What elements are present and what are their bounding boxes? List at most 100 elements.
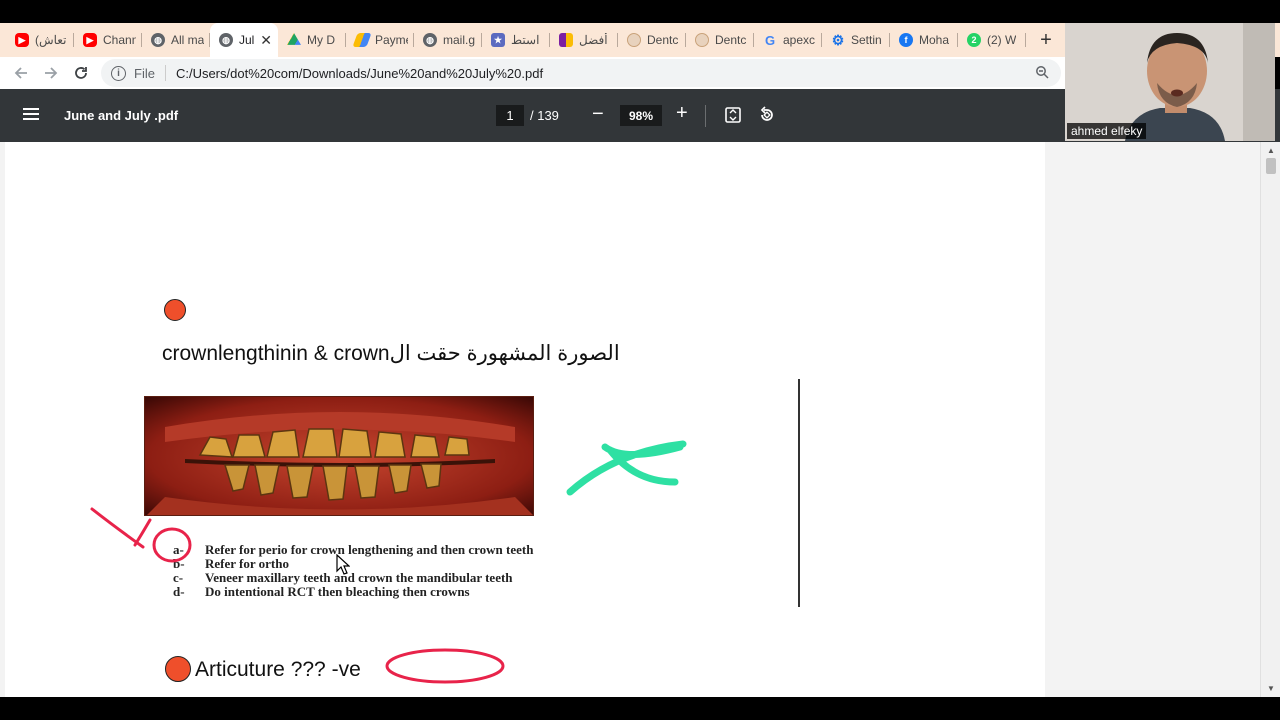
tab-dental-2[interactable]: Dentc: [686, 26, 754, 54]
back-button[interactable]: [6, 58, 36, 88]
fit-to-page-icon[interactable]: [724, 106, 742, 129]
red-check-annotation: [90, 507, 152, 549]
option-text: Refer for ortho: [205, 556, 289, 571]
url-text[interactable]: C:/Users/dot%20com/Downloads/June%20and%…: [176, 66, 543, 81]
rotate-icon[interactable]: [758, 106, 776, 129]
option-c[interactable]: c- Veneer maxillary teeth and crown the m…: [173, 571, 533, 585]
scroll-up-icon[interactable]: ▲: [1267, 146, 1275, 155]
zoom-icon[interactable]: [1035, 65, 1049, 82]
dental-site-icon: [695, 33, 709, 47]
whatsapp-icon: 2: [967, 33, 981, 47]
tab-title: Dentc: [715, 33, 747, 47]
question-bullet: [165, 656, 191, 682]
menu-icon[interactable]: [22, 107, 40, 126]
tab-title: Chann: [103, 33, 136, 47]
tab-youtube-2[interactable]: ▶ Chann: [74, 26, 142, 54]
google-drive-icon: [287, 33, 301, 45]
youtube-icon: ▶: [15, 33, 29, 47]
toolbar-divider: [705, 105, 706, 127]
info-icon[interactable]: i: [111, 65, 126, 81]
option-letter: a-: [173, 542, 184, 557]
red-ellipse-annotation: [385, 648, 505, 684]
tab-best[interactable]: أفضل: [550, 26, 618, 54]
green-arrow-annotation: [566, 440, 687, 496]
option-letter: b-: [173, 556, 185, 571]
gear-icon: ⚙: [831, 31, 845, 48]
address-bar[interactable]: i File C:/Users/dot%20com/Downloads/June…: [101, 59, 1061, 87]
tab-dental-1[interactable]: Dentc: [618, 26, 686, 54]
teeth-photo: [144, 396, 534, 516]
globe-icon: ◍: [219, 33, 233, 47]
tab-title: All ma: [171, 33, 204, 47]
tab-title: Moha: [919, 33, 950, 47]
tab-title: mail.g: [443, 33, 476, 47]
tab-title: My D: [307, 33, 335, 47]
option-text: Refer for perio for crown lengthening an…: [205, 542, 534, 557]
screen: ▶ (تعاش ▶ Chann ◍ All ma ◍ Jul ✕ My D Payme ◍…: [0, 0, 1280, 720]
tab-title: Payme: [375, 33, 408, 47]
vertical-scrollbar[interactable]: ▲ ▼: [1260, 142, 1280, 697]
question-2-text: Articuture ??? -ve: [195, 658, 361, 681]
zoom-out-button[interactable]: −: [592, 103, 604, 126]
file-scheme-label: File: [134, 65, 155, 81]
reload-icon: [75, 67, 87, 79]
tab-survey[interactable]: ★ استط: [482, 26, 550, 54]
option-b[interactable]: b- Refer for ortho: [173, 557, 533, 571]
mouse-cursor-icon: [336, 554, 350, 575]
google-icon: G: [764, 32, 776, 48]
option-text: Veneer maxillary teeth and crown the man…: [205, 570, 513, 585]
zoom-in-button[interactable]: +: [676, 102, 688, 125]
tab-title: أفضل: [579, 33, 608, 47]
tab-whatsapp[interactable]: 2 (2) W: [958, 26, 1026, 54]
globe-icon: ◍: [151, 33, 165, 47]
answer-options: a- Refer for perio for crown lengthening …: [173, 543, 533, 599]
pdf-page: crownlengthinin & crownالصورة المشهورة ح…: [5, 142, 1045, 697]
globe-icon: ◍: [423, 33, 437, 47]
arrow-right-icon: [45, 67, 58, 79]
slides-icon: [559, 33, 573, 47]
tab-title: apexc: [783, 33, 816, 47]
scroll-down-icon[interactable]: ▼: [1267, 684, 1275, 693]
tab-title: استط: [511, 33, 540, 47]
tab-mail[interactable]: ◍ mail.g: [414, 26, 482, 54]
youtube-icon: ▶: [83, 33, 97, 47]
question-1-text: crownlengthinin & crownالصورة المشهورة ح…: [162, 342, 620, 365]
tab-title: Dentc: [647, 33, 679, 47]
tab-title: (تعاش: [35, 33, 67, 47]
arrow-left-icon: [14, 67, 27, 79]
zoom-level-input[interactable]: 98%: [620, 105, 662, 126]
dental-site-icon: [627, 33, 641, 47]
option-text: Do intentional RCT then bleaching then c…: [205, 584, 470, 599]
forward-button[interactable]: [36, 58, 66, 88]
tab-facebook[interactable]: f Moha: [890, 26, 958, 54]
page-number-input[interactable]: 1: [496, 105, 524, 126]
question-bullet: [164, 299, 186, 321]
participant-name: ahmed elfeky: [1067, 123, 1147, 139]
reload-button[interactable]: [66, 58, 96, 88]
webcam-overlay: ahmed elfeky: [1065, 23, 1275, 141]
tab-title: Settin: [851, 33, 882, 47]
option-letter: c-: [173, 570, 184, 585]
new-tab-button[interactable]: +: [1032, 26, 1060, 54]
tab-google-search[interactable]: Gapexc: [754, 26, 822, 54]
google-ads-icon: [352, 33, 372, 47]
bookmark-icon: ★: [491, 33, 505, 47]
browser-toolbar: i File C:/Users/dot%20com/Downloads/June…: [0, 57, 1065, 89]
tab-active-pdf[interactable]: ◍ Jul ✕: [210, 23, 278, 57]
option-a[interactable]: a- Refer for perio for crown lengthening …: [173, 543, 533, 557]
document-title: June and July .pdf: [64, 108, 179, 123]
pdf-viewer[interactable]: crownlengthinin & crownالصورة المشهورة ح…: [0, 142, 1260, 697]
vertical-rule: [798, 379, 800, 607]
tab-all-materials[interactable]: ◍ All ma: [142, 26, 210, 54]
tab-payments[interactable]: Payme: [346, 26, 414, 54]
facebook-icon: f: [899, 33, 913, 47]
tab-title: (2) W: [987, 33, 1017, 47]
option-d[interactable]: d- Do intentional RCT then bleaching then…: [173, 585, 533, 599]
scroll-thumb[interactable]: [1266, 158, 1276, 174]
close-tab-icon[interactable]: ✕: [260, 32, 272, 49]
tab-youtube-1[interactable]: ▶ (تعاش: [6, 26, 74, 54]
divider: [164, 65, 166, 81]
option-letter: d-: [173, 584, 185, 599]
tab-my-drive[interactable]: My D: [278, 26, 346, 54]
tab-settings[interactable]: ⚙ Settin: [822, 26, 890, 54]
